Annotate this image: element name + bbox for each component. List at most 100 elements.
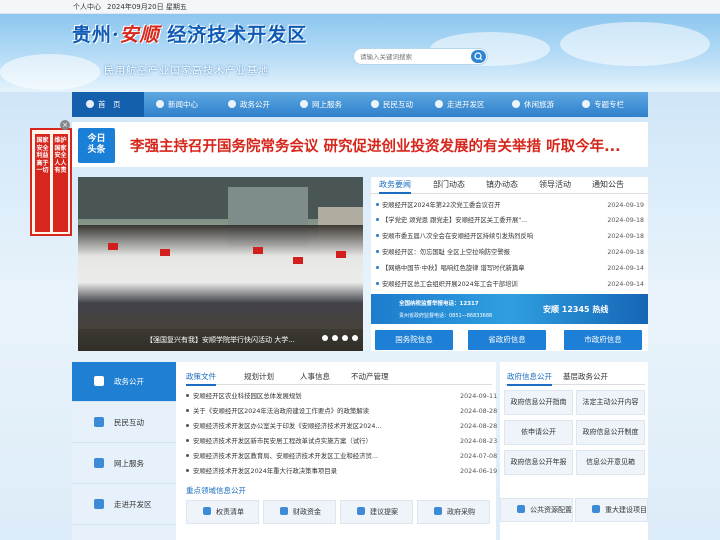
policy-title: 安顺经济技术开发区办公室关于印发《安顺经济技术开发区2024... — [193, 422, 382, 430]
feedback-box-button[interactable]: 信息公开意见箱 — [576, 450, 645, 475]
procurement-button[interactable]: 政府采购 — [417, 500, 490, 524]
tab-personnel[interactable]: 人事信息 — [300, 371, 330, 382]
banner-tax-hotline: 全国纳税监督举报电话：12317 — [399, 301, 479, 307]
news-item[interactable]: 安顺经开区：勿忘国耻 全区上空拉响防空警报 2024-09-18 — [376, 246, 644, 260]
carousel-dot[interactable] — [332, 335, 338, 341]
user-center-link[interactable]: 个人中心 — [73, 2, 101, 12]
nav-about-zone[interactable]: 走进开发区 — [435, 92, 485, 117]
news-item[interactable]: 【网络中国节·中秋】唱响红色旋律 谱写时代新篇章 2024-09-14 — [376, 262, 644, 276]
service-icon — [300, 100, 308, 108]
policy-item[interactable]: 安顺经济技术开发区新市民安居工程改革试点实施方案（试行） 2024-08-23 — [186, 434, 497, 449]
photo-carousel[interactable]: 【强国复兴有我】安顺学院举行快闪活动 大学... — [78, 177, 363, 351]
city-info-button[interactable]: 市政府信息 — [564, 330, 642, 350]
nav-online-service[interactable]: 网上服务 — [300, 92, 342, 117]
statutory-disclosure-button[interactable]: 法定主动公开内容 — [576, 390, 645, 415]
news-date: 2024-09-14 — [607, 265, 644, 272]
left-menu: 政务公开 民民互动 网上服务 走进开发区 — [72, 362, 176, 540]
public-resource-button[interactable]: 公共资源配置 — [500, 498, 573, 522]
menu-about-zone[interactable]: 走进开发区 — [72, 485, 176, 525]
policy-title: 安顺经开区农业科技园区总体发展规划 — [193, 392, 302, 400]
apply-disclosure-button[interactable]: 依申请公开 — [504, 420, 573, 445]
news-item[interactable]: 安顺经开区总工会组织开展2024年工会干部培训 2024-09-14 — [376, 278, 644, 292]
tab-town[interactable]: 镇办动态 — [486, 179, 518, 190]
policy-item[interactable]: 安顺经济技术开发区2024年重大行政决策事项目录 2024-06-19 — [186, 464, 498, 479]
major-project-button[interactable]: 重大建设项目 — [575, 498, 648, 522]
policy-item[interactable]: 关于《安顺经开区2024年法治政府建设工作要点》的政策解读 2024-08-28 — [186, 404, 498, 419]
menu-gov-affairs[interactable]: 政务公开 — [72, 362, 176, 402]
tab-gov-news[interactable]: 政务要闻 — [379, 179, 411, 194]
gov-info-guide-button[interactable]: 政府信息公开指南 — [504, 390, 573, 415]
tab-policy-docs[interactable]: 政策文件 — [186, 371, 216, 386]
home-icon — [86, 100, 94, 108]
carousel-dot[interactable] — [352, 335, 358, 341]
document-icon — [94, 376, 104, 386]
menu-interaction[interactable]: 民民互动 — [72, 403, 176, 443]
search-button[interactable] — [471, 50, 486, 63]
policy-date: 2024-06-19 — [460, 467, 498, 475]
tab-department[interactable]: 部门动态 — [433, 179, 465, 190]
main-nav: 首 页 新闻中心 政务公开 网上服务 民民互动 走进开发区 休闲旅游 专题专栏 — [72, 92, 648, 117]
flag-icon — [108, 243, 118, 250]
hotline-banner[interactable]: 全国纳税监督举报电话：12317 贵州省政府监督电话：0851—86833688… — [371, 294, 648, 324]
nav-topics[interactable]: 专题专栏 — [582, 92, 624, 117]
money-icon — [280, 507, 288, 515]
current-date: 2024年09月20日 星期五 — [107, 3, 187, 11]
tab-real-estate[interactable]: 不动产管理 — [351, 371, 389, 382]
site-logo-title[interactable]: 贵州·安顺 经济技术开发区 — [72, 20, 307, 47]
news-title: 安顺市委五届八次全会在安顺经开区持续引发热烈反响 — [382, 233, 534, 240]
bullet-icon — [376, 250, 379, 253]
annual-report-button[interactable]: 政府信息公开年报 — [504, 450, 573, 475]
bullet-icon — [186, 409, 189, 412]
policy-item[interactable]: 安顺经开区农业科技园区总体发展规划 2024-09-11 — [186, 389, 497, 404]
province-info-button[interactable]: 省政府信息 — [468, 330, 546, 350]
nav-tourism[interactable]: 休闲旅游 — [512, 92, 554, 117]
tab-grassroots[interactable]: 基层政务公开 — [563, 371, 608, 382]
nav-news-center[interactable]: 新闻中心 — [156, 92, 198, 117]
headline-link[interactable]: 李强主持召开国务院常务会议 研究促进创业投资发展的有关举措 听取今年... — [130, 135, 621, 156]
close-icon[interactable]: × — [60, 120, 70, 130]
nav-interaction[interactable]: 民民互动 — [371, 92, 413, 117]
purchase-icon — [434, 507, 442, 515]
bullet-icon — [186, 394, 189, 397]
nav-home[interactable]: 首 页 — [72, 92, 144, 117]
chat-icon — [94, 417, 104, 427]
policy-item[interactable]: 安顺经济技术开发区教育局、安顺经济技术开发区工业和经济贸... 2024-07-0… — [186, 449, 498, 464]
list-icon — [203, 507, 211, 515]
finance-button[interactable]: 财政资金 — [263, 500, 336, 524]
tab-notices[interactable]: 通知公告 — [592, 179, 624, 190]
proposal-button[interactable]: 建议提案 — [340, 500, 413, 524]
bullet-icon — [186, 469, 189, 472]
nav-label: 首 页 — [98, 100, 121, 109]
tab-leaders[interactable]: 领导活动 — [539, 179, 571, 190]
logo-part-anshun: 安顺 — [119, 24, 160, 46]
button-label: 财政资金 — [293, 508, 321, 516]
policy-date: 2024-08-28 — [460, 407, 498, 415]
carousel-dot[interactable] — [322, 335, 328, 341]
topic-icon — [582, 100, 590, 108]
cloud-decoration — [0, 54, 100, 90]
state-council-info-button[interactable]: 国务院信息 — [375, 330, 453, 350]
menu-label: 民民互动 — [114, 418, 144, 427]
floating-ad[interactable]: 国家安全利益高于一切 维护国家安全人人有责 — [30, 128, 72, 236]
tab-gov-info-public[interactable]: 政府信息公开 — [507, 371, 552, 386]
news-date: 2024-09-18 — [607, 233, 644, 240]
menu-online-service[interactable]: 网上服务 — [72, 444, 176, 484]
policy-date: 2024-07-08 — [460, 452, 498, 460]
news-title: 【学党史 颂党恩 跟党走】安顺经开区关工委开展"... — [382, 217, 528, 224]
news-date: 2024-09-18 — [607, 249, 644, 256]
power-list-button[interactable]: 权责清单 — [186, 500, 259, 524]
nav-gov-affairs[interactable]: 政务公开 — [228, 92, 270, 117]
news-item[interactable]: 安顺市委五届八次全会在安顺经开区持续引发热烈反响 2024-09-18 — [376, 230, 644, 244]
disclosure-rules-button[interactable]: 政府信息公开制度 — [576, 420, 645, 445]
news-item[interactable]: 【学党史 颂党恩 跟党走】安顺经开区关工委开展"... 2024-09-18 — [376, 214, 644, 228]
button-label: 建议提案 — [370, 508, 398, 516]
nav-label: 政务公开 — [240, 100, 270, 109]
news-item[interactable]: 安顺经开区2024年第22次党工委会议召开 2024-09-19 — [376, 199, 644, 213]
search-input[interactable] — [360, 51, 464, 63]
tab-plans[interactable]: 规划计划 — [244, 371, 274, 382]
policy-item[interactable]: 安顺经济技术开发区办公室关于印发《安顺经济技术开发区2024... 2024-08… — [186, 419, 497, 434]
flag-icon — [253, 247, 263, 254]
carousel-dot[interactable] — [342, 335, 348, 341]
cloud-decoration — [560, 22, 710, 66]
news-title: 【网络中国节·中秋】唱响红色旋律 谱写时代新篇章 — [382, 265, 525, 272]
